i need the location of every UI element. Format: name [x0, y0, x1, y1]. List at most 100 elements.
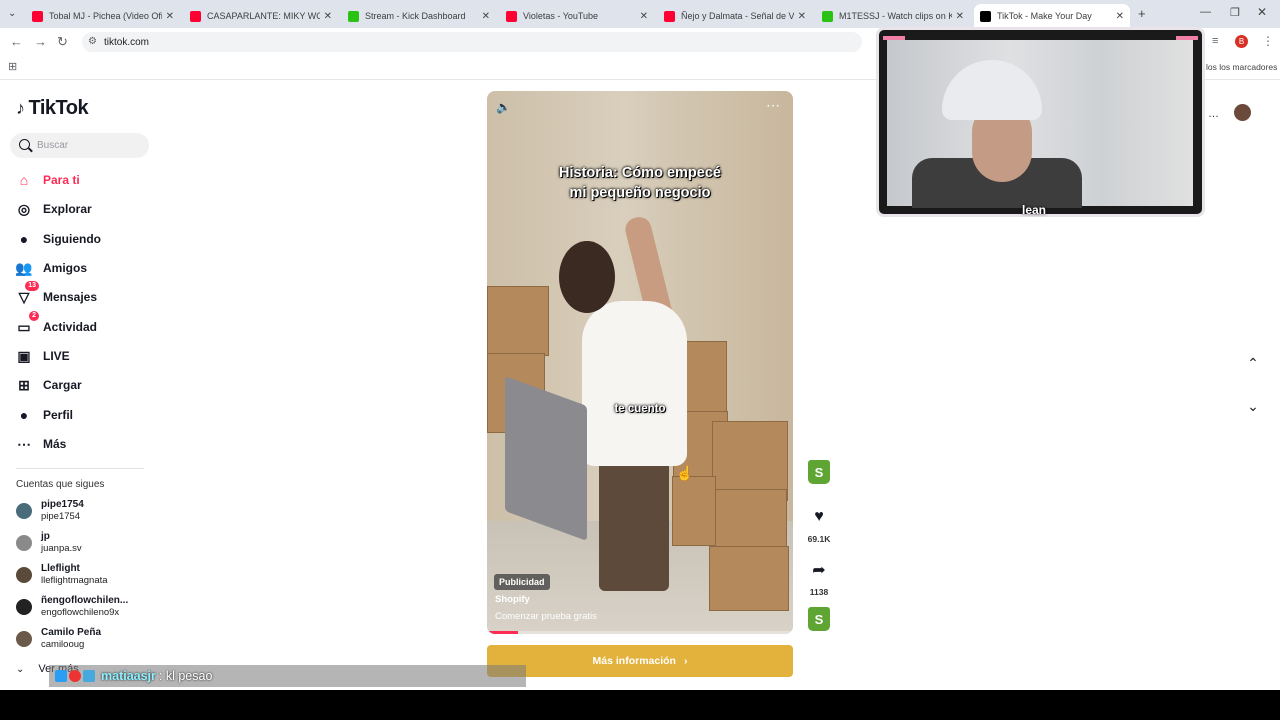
- search-input[interactable]: Buscar: [10, 133, 149, 158]
- reload-icon[interactable]: ↻: [57, 34, 68, 50]
- minimize-button[interactable]: —: [1200, 6, 1211, 18]
- following-avatar-icon: ●: [19, 231, 29, 247]
- video-player[interactable]: 🔈 ⋯ Historia: Cómo empecé mi pequeño neg…: [487, 91, 793, 634]
- video-progress-bar[interactable]: [487, 631, 793, 634]
- tab-search-icon[interactable]: ≡: [1212, 35, 1218, 47]
- browser-tab-title: Violetas - YouTube: [523, 11, 599, 21]
- sidebar-item-label: Mensajes: [43, 290, 98, 304]
- account-name: Camilo Peña: [41, 627, 102, 638]
- followed-account[interactable]: jp juanpa.sv: [16, 528, 82, 558]
- close-tab-icon[interactable]: ✕: [1116, 11, 1124, 22]
- cam-hat: [942, 60, 1042, 120]
- share-icon: ➦: [812, 562, 826, 579]
- sidebar-item[interactable]: 👥 Amigos: [14, 256, 149, 280]
- youtube-icon: [664, 10, 675, 22]
- sidebar-divider: [16, 468, 144, 469]
- sidebar-item-label: Para ti: [43, 173, 80, 187]
- browser-tab[interactable]: CASAPARLANTE: MIKY WOODZ ✕: [184, 4, 338, 28]
- site-info-icon[interactable]: ⚙: [88, 36, 97, 47]
- share-count: 1138: [809, 587, 829, 597]
- following-section-title: Cuentas que sigues: [16, 479, 105, 490]
- url-field[interactable]: ⚙ tiktok.com: [82, 32, 862, 52]
- compass-icon: ◎: [17, 200, 31, 217]
- search-placeholder: Buscar: [37, 140, 69, 151]
- video-caption-line1: Historia: Cómo empecé: [559, 165, 721, 181]
- chevron-right-icon: ›: [683, 655, 688, 667]
- cam-logo: lean: [1022, 203, 1047, 217]
- friends-icon: 👥: [15, 259, 33, 276]
- user-avatar[interactable]: [1234, 104, 1251, 121]
- new-tab-button[interactable]: +: [1138, 6, 1146, 21]
- apps-grid-icon[interactable]: ⊞: [8, 60, 17, 73]
- share-button[interactable]: ➦ 1138: [806, 557, 832, 597]
- browser-tab[interactable]: M1TESSJ - Watch clips on Kick ✕: [816, 4, 970, 28]
- sidebar-item[interactable]: ▽ 13 Mensajes: [14, 281, 149, 309]
- sidebar-item[interactable]: ⋯ Más: [14, 432, 149, 456]
- more-info-button[interactable]: Más información ›: [487, 645, 793, 677]
- browser-tab[interactable]: Stream - Kick Dashboard ✕: [342, 4, 496, 28]
- video-box: [709, 546, 789, 611]
- sidebar-item[interactable]: ▭ 2 Actividad: [14, 311, 149, 339]
- notification-badge: 13: [25, 281, 39, 291]
- avatar: [16, 535, 32, 551]
- sidebar-item-label: Explorar: [43, 202, 92, 216]
- close-tab-icon[interactable]: ✕: [956, 11, 964, 22]
- close-window-button[interactable]: ✕: [1257, 5, 1267, 19]
- like-button[interactable]: ♥ 69.1K: [806, 504, 832, 544]
- home-icon: ⌂: [19, 172, 29, 188]
- browser-menu-icon[interactable]: ⋮: [1262, 34, 1274, 48]
- sidebar-item[interactable]: ● Perfil: [14, 403, 149, 427]
- header-more-icon[interactable]: …: [1208, 108, 1219, 120]
- close-tab-icon[interactable]: ✕: [798, 11, 806, 22]
- webcam-feed: [887, 40, 1193, 208]
- forward-icon[interactable]: →: [34, 34, 47, 49]
- tab-list-icon[interactable]: ⌄: [8, 8, 16, 19]
- back-icon[interactable]: ←: [10, 34, 23, 49]
- activity-icon: ▭ 2: [14, 311, 39, 337]
- followed-account[interactable]: Camilo Peña camilooug: [16, 624, 101, 654]
- account-username: lleflightmagnata: [41, 575, 108, 586]
- like-count: 69.1K: [807, 534, 831, 544]
- sidebar-item[interactable]: ⊞ Cargar: [14, 373, 149, 397]
- shopify-music-disc[interactable]: S: [806, 607, 832, 631]
- browser-tab[interactable]: Tobal MJ - Pichea (Video Oficia ✕: [26, 4, 180, 28]
- close-tab-icon[interactable]: ✕: [482, 11, 490, 22]
- volume-icon[interactable]: 🔈: [496, 100, 511, 114]
- followed-account[interactable]: pipe1754 pipe1754: [16, 496, 84, 526]
- sidebar-item[interactable]: ⌂ Para ti: [14, 168, 149, 192]
- logo-text: TikTok: [28, 97, 89, 119]
- previous-video-button[interactable]: ⌃: [1239, 349, 1267, 377]
- followed-account[interactable]: Lleflight lleflightmagnata: [16, 560, 108, 590]
- browser-tab[interactable]: Ñejo y Dalmata - Señal de Vida ✕: [658, 4, 812, 28]
- browser-tab[interactable]: Violetas - YouTube ✕: [500, 4, 654, 28]
- video-subtitle: te cuento: [614, 403, 666, 415]
- browser-tab[interactable]: TikTok - Make Your Day ✕: [974, 4, 1130, 28]
- ad-badge: Publicidad: [494, 574, 550, 590]
- chevron-up-icon: ⌃: [1247, 354, 1259, 371]
- restore-button[interactable]: ❐: [1230, 6, 1240, 19]
- avatar: [16, 567, 32, 583]
- more-options-icon[interactable]: ⋯: [766, 97, 781, 114]
- close-tab-icon[interactable]: ✕: [324, 11, 332, 22]
- video-box: [487, 286, 549, 356]
- browser-tab-title: CASAPARLANTE: MIKY WOODZ: [207, 11, 320, 21]
- sidebar-item[interactable]: ▣ LIVE: [14, 344, 149, 368]
- tiktok-icon: [980, 10, 991, 22]
- sidebar-item[interactable]: ● Siguiendo: [14, 227, 149, 251]
- kick-icon: [348, 10, 359, 22]
- chat-username: matiaasjr: [101, 669, 156, 683]
- next-video-button[interactable]: ⌄: [1239, 392, 1267, 420]
- sidebar-item[interactable]: ◎ Explorar: [14, 197, 149, 221]
- ad-cta-text[interactable]: Comenzar prueba gratis: [495, 611, 597, 622]
- close-tab-icon[interactable]: ✕: [166, 11, 174, 22]
- close-tab-icon[interactable]: ✕: [640, 11, 648, 22]
- shopify-avatar[interactable]: S: [806, 460, 832, 484]
- tiktok-logo[interactable]: ♪ TikTok: [16, 97, 89, 120]
- chat-badge-icon: [69, 670, 81, 682]
- followed-account[interactable]: ñengoflowchilen... engoflowchileno9x: [16, 592, 128, 622]
- account-username: juanpa.sv: [41, 543, 82, 554]
- all-bookmarks-label[interactable]: los los marcadores: [1206, 62, 1277, 72]
- profile-avatar-browser[interactable]: B: [1235, 35, 1248, 48]
- ad-brand-link[interactable]: Shopify: [495, 594, 530, 605]
- avatar: [16, 503, 32, 519]
